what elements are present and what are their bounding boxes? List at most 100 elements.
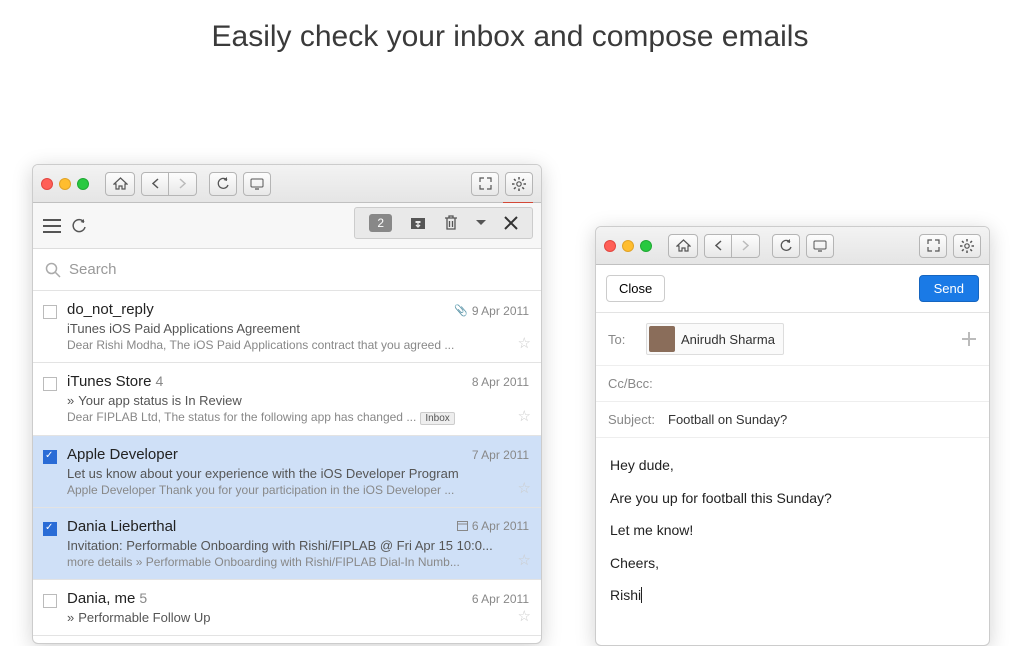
search-bar[interactable]: Search [33,249,541,291]
star-button[interactable]: ☆ [518,334,531,352]
recipient-chip[interactable]: Anirudh Sharma [646,323,784,355]
message-subject: Invitation: Performable Onboarding with … [67,538,529,553]
close-button[interactable]: Close [606,275,665,302]
subject-value: Football on Sunday? [668,412,787,427]
message-preview: Dear Rishi Modha, The iOS Paid Applicati… [67,338,529,352]
back-button[interactable] [141,172,169,196]
ccbcc-label: Cc/Bcc: [608,376,653,391]
forward-button[interactable] [169,172,197,196]
star-button[interactable]: ☆ [518,551,531,569]
message-date: 7 Apr 2011 [472,448,529,462]
star-button[interactable]: ☆ [518,407,531,425]
message-row[interactable]: iTunes Store 48 Apr 2011»Your app status… [33,363,541,436]
send-button[interactable]: Send [919,275,979,302]
to-field[interactable]: To: Anirudh Sharma [596,313,989,366]
star-button[interactable]: ☆ [518,479,531,497]
message-body: Apple Developer 7 Apr 2011 Let us know abo… [67,446,529,497]
message-checkbox[interactable] [43,377,57,391]
deselect-button[interactable] [504,216,518,230]
avatar [649,326,675,352]
fullscreen-button[interactable] [919,234,947,258]
menu-button[interactable] [43,219,61,233]
message-date: 6 Apr 2011 [457,519,529,533]
message-row[interactable]: Dania Lieberthal6 Apr 2011Invitation: Pe… [33,508,541,580]
ccbcc-field[interactable]: Cc/Bcc: [596,366,989,402]
minimize-window-button[interactable] [622,240,634,252]
message-label: Inbox [420,412,454,425]
star-button[interactable]: ☆ [518,607,531,625]
message-row[interactable]: do_not_reply📎9 Apr 2011iTunes iOS Paid A… [33,291,541,363]
compose-action-bar: Close Send [596,265,989,313]
add-recipient-button[interactable] [961,331,977,347]
archive-button[interactable] [410,215,426,231]
message-row[interactable]: Apple Developer 7 Apr 2011 Let us know abo… [33,436,541,508]
to-label: To: [608,332,638,347]
window-mode-button[interactable] [243,172,271,196]
settings-button[interactable] [505,172,533,196]
message-sender: Apple Developer [67,446,178,463]
selection-action-bar: 2 [354,207,533,239]
refresh-button[interactable] [71,218,87,234]
selection-count-badge: 2 [369,214,392,232]
zoom-window-button[interactable] [77,178,89,190]
gear-icon [960,239,974,253]
message-subject: iTunes iOS Paid Applications Agreement [67,321,529,336]
expand-icon [479,177,492,190]
nav-back-forward [704,234,760,258]
home-icon [676,239,691,252]
message-body: Dania Lieberthal6 Apr 2011Invitation: Pe… [67,518,529,569]
message-row[interactable]: Dania, me 56 Apr 2011»Performable Follow… [33,580,541,636]
back-button[interactable] [704,234,732,258]
expand-icon [927,239,940,252]
compose-body-line: Let me know! [610,517,975,544]
zoom-window-button[interactable] [640,240,652,252]
message-checkbox[interactable] [43,305,57,319]
more-actions-button[interactable] [476,220,486,226]
message-sender: do_not_reply [67,301,154,318]
compose-body[interactable]: Hey dude,Are you up for football this Su… [596,438,989,629]
message-checkbox[interactable] [43,594,57,608]
reload-icon [779,239,793,253]
message-subject: Let us know about your experience with t… [67,466,529,481]
settings-button[interactable] [953,234,981,258]
message-date: 8 Apr 2011 [472,375,529,389]
chevron-right-icon [741,240,750,251]
search-placeholder: Search [69,261,117,278]
delete-button[interactable] [444,215,458,231]
reload-icon [216,177,230,191]
message-list: do_not_reply📎9 Apr 2011iTunes iOS Paid A… [33,291,541,636]
thread-caret-icon: » [67,610,74,625]
close-icon [504,216,518,230]
message-body: iTunes Store 48 Apr 2011»Your app status… [67,373,529,425]
close-window-button[interactable] [604,240,616,252]
reload-button[interactable] [772,234,800,258]
message-checkbox[interactable] [43,522,57,536]
window-mode-button[interactable] [806,234,834,258]
compose-window: Close Send To: Anirudh Sharma Cc/Bcc: Su… [595,226,990,646]
message-subject: »Performable Follow Up [67,610,529,625]
home-button[interactable] [105,172,135,196]
home-icon [113,177,128,190]
window-controls [604,240,662,252]
subject-label: Subject: [608,412,660,427]
message-subject: »Your app status is In Review [67,393,529,408]
recipient-name: Anirudh Sharma [681,332,775,347]
trash-icon [444,215,458,231]
message-body: do_not_reply📎9 Apr 2011iTunes iOS Paid A… [67,301,529,352]
plus-icon [961,331,977,347]
home-button[interactable] [668,234,698,258]
message-body: Dania, me 56 Apr 2011»Performable Follow… [67,590,529,625]
message-count: 5 [139,590,147,606]
reload-button[interactable] [209,172,237,196]
forward-button[interactable] [732,234,760,258]
monitor-icon [250,178,264,190]
compose-body-line: Hey dude, [610,452,975,479]
fullscreen-button[interactable] [471,172,499,196]
minimize-window-button[interactable] [59,178,71,190]
subject-field[interactable]: Subject: Football on Sunday? [596,402,989,438]
compose-body-line: Cheers, [610,550,975,577]
gear-icon [512,177,526,191]
message-sender: Dania, me [67,590,135,607]
message-checkbox[interactable] [43,450,57,464]
close-window-button[interactable] [41,178,53,190]
